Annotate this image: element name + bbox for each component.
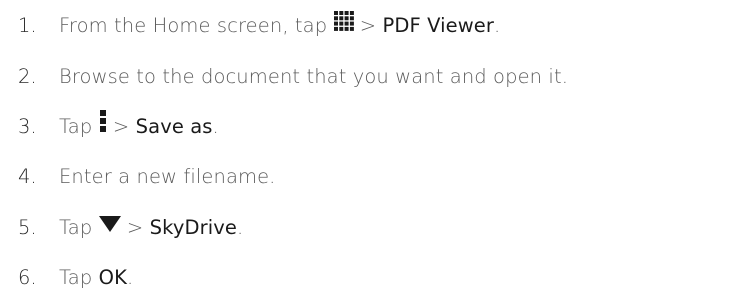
- step-text-before: Tap: [59, 115, 99, 138]
- step-end: .: [494, 14, 501, 37]
- step-number: 4.: [18, 165, 37, 188]
- step-text: Browse to the document that you want and…: [59, 65, 568, 88]
- step-text: Tap > Save as.: [59, 109, 219, 146]
- step-target-save-as: Save as: [135, 115, 213, 138]
- step-text-after: >: [120, 216, 150, 239]
- step-text: Enter a new filename.: [59, 165, 276, 188]
- step-end: .: [126, 266, 134, 289]
- step-target-skydrive: SkyDrive: [149, 216, 237, 239]
- dropdown-triangle-icon: [98, 209, 121, 245]
- step-text-after: >: [353, 14, 383, 37]
- step-number: 5.: [18, 216, 37, 239]
- step-number: 2.: [18, 65, 37, 88]
- step-text: Tap > SkyDrive.: [59, 210, 243, 247]
- step-end: .: [212, 115, 219, 138]
- step-target-ok: OK: [98, 266, 127, 289]
- step-text: From the Home screen, tap > PDF Viewer.: [59, 8, 500, 45]
- step-text-before: From the Home screen, tap: [59, 14, 334, 37]
- step-number: 3.: [18, 115, 37, 138]
- step-text-before: Tap: [59, 216, 99, 239]
- step-text: Tap OK.: [59, 260, 133, 296]
- step-text-after: >: [106, 115, 136, 138]
- step-number: 6.: [18, 266, 37, 289]
- step-text-before: Tap: [59, 266, 99, 289]
- overflow-menu-icon: [99, 108, 107, 144]
- step-target-pdf-viewer: PDF Viewer: [382, 14, 495, 37]
- step-end: .: [236, 216, 244, 239]
- apps-grid-icon: [333, 7, 354, 43]
- step-number: 1.: [18, 14, 37, 37]
